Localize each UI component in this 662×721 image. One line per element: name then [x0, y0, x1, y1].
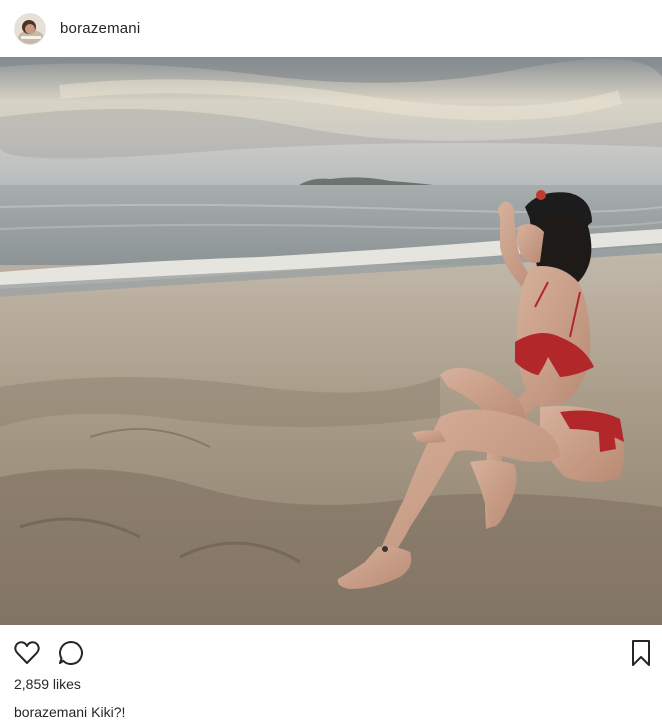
likes-count[interactable]: 2,859 likes	[14, 676, 81, 692]
post-caption: borazemani Kiki?!	[14, 704, 125, 720]
post-username[interactable]: borazemani	[60, 20, 140, 37]
heart-outline-icon	[14, 641, 40, 664]
comment-button[interactable]	[56, 638, 86, 668]
caption-username[interactable]: borazemani	[14, 704, 87, 720]
post-header: borazemani	[0, 0, 662, 57]
like-button[interactable]	[12, 638, 42, 668]
user-avatar[interactable]	[14, 12, 46, 45]
bookmark-outline-icon	[632, 640, 650, 666]
caption-text: Kiki?!	[91, 704, 126, 720]
speech-bubble-icon	[59, 641, 83, 665]
action-bar	[0, 625, 662, 677]
post-photo[interactable]	[0, 57, 662, 625]
save-button[interactable]	[626, 638, 656, 668]
